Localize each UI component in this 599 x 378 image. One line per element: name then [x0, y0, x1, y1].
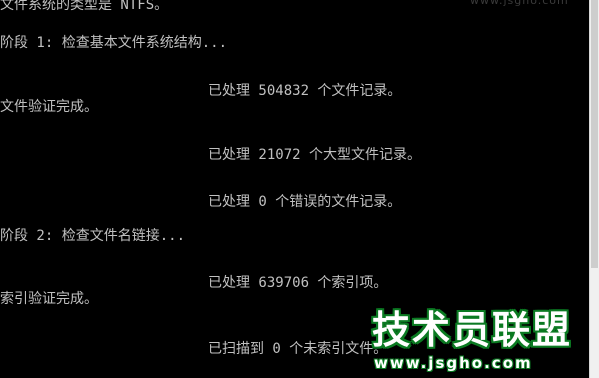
console-line-fs-type: 文件系统的类型是 NTFS。	[0, 0, 169, 13]
vertical-scrollbar[interactable]	[589, 0, 599, 378]
console-line-file-verify: 文件验证完成。	[0, 99, 98, 115]
console-line-bad-records: 已处理 0 个错误的文件记录。	[208, 194, 402, 210]
watermark-logo: 技术员联盟 www.jsgho.com	[366, 308, 598, 378]
console-window[interactable]: 文件系统的类型是 NTFS。 阶段 1: 检查基本文件系统结构... 已处理 5…	[0, 0, 599, 378]
console-line-stage-1: 阶段 1: 检查基本文件系统结构...	[0, 35, 228, 51]
console-line-index-verify: 索引验证完成。	[0, 291, 98, 307]
watermark-title: 技术员联盟	[372, 308, 573, 352]
watermark-top-url: www.jsgho.com	[470, 0, 569, 7]
console-line-large-records: 已处理 21072 个大型文件记录。	[208, 147, 422, 163]
watermark-url: www.jsgho.com	[374, 354, 533, 372]
scrollbar-thumb[interactable]	[591, 0, 598, 268]
console-line-file-records: 已处理 504832 个文件记录。	[208, 83, 402, 99]
console-line-unindexed: 已扫描到 0 个未索引文件。	[208, 341, 388, 357]
console-line-stage-2: 阶段 2: 检查文件名链接...	[0, 228, 186, 244]
console-line-index-entries: 已处理 639706 个索引项。	[208, 275, 388, 291]
